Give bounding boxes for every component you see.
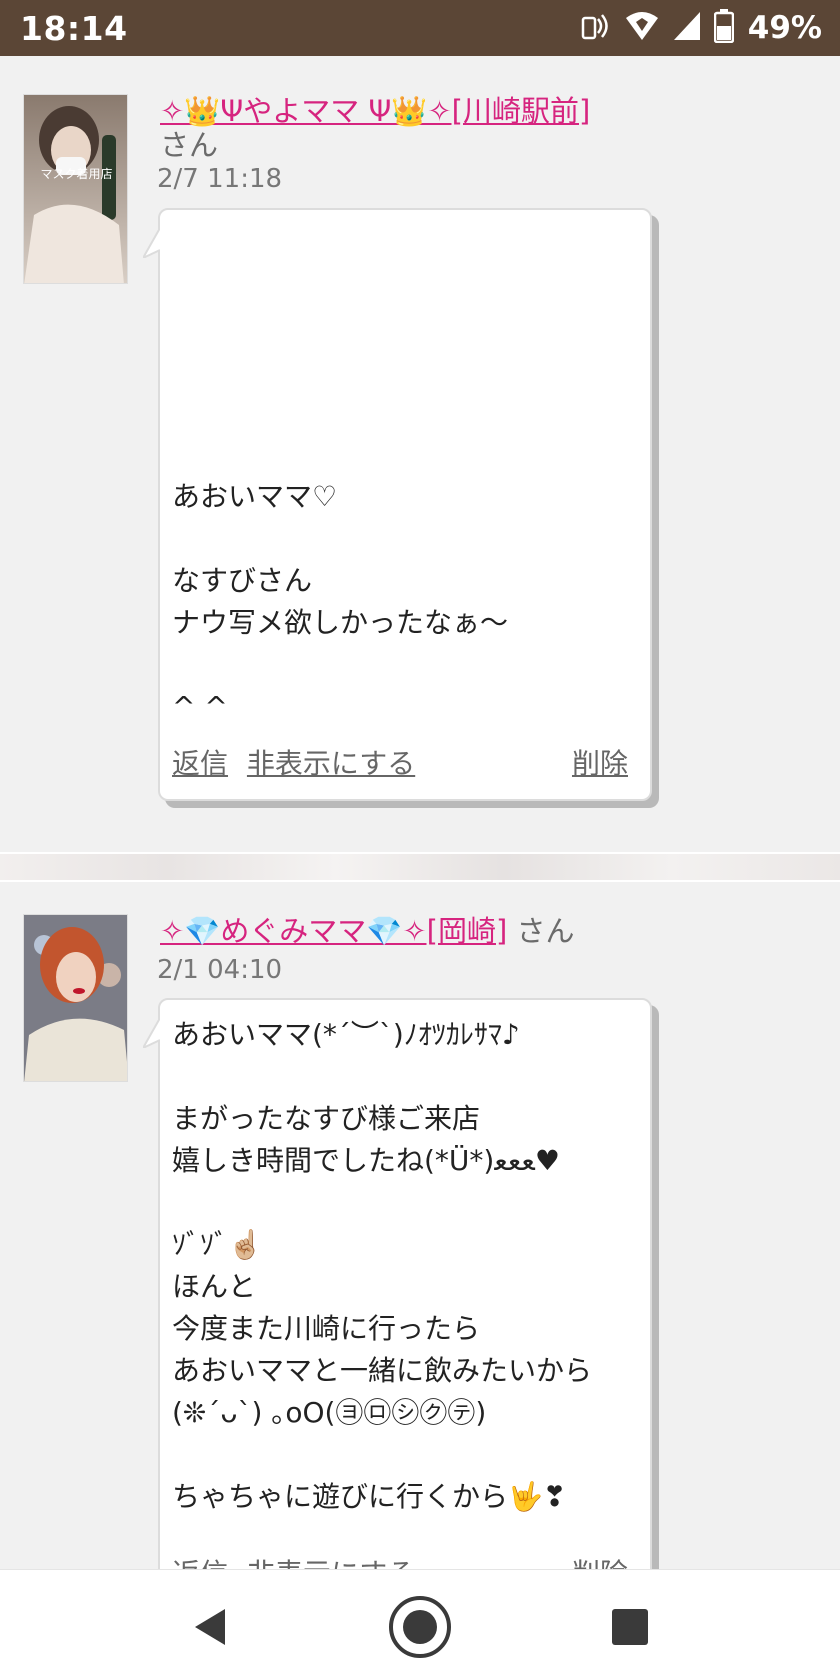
- message-body: あおいママ♡ なすびさん ナウ写メ欲しかったなぁ〜 ^ ^: [172, 480, 509, 723]
- message-item: マスク着用店 ✧👑Ψやよママ Ψ👑✧[川崎駅前] さん 2/7 11:18 あお…: [0, 56, 840, 846]
- wifi-icon: [624, 10, 660, 46]
- message-feed[interactable]: マスク着用店 ✧👑Ψやよママ Ψ👑✧[川崎駅前] さん 2/7 11:18 あお…: [0, 56, 840, 1569]
- navigation-bar: [0, 1569, 840, 1680]
- delete-link[interactable]: 削除: [572, 1552, 628, 1569]
- hide-link[interactable]: 非表示にする: [247, 1557, 415, 1569]
- status-icons: 49%: [578, 9, 822, 47]
- sender-suffix: さん: [160, 128, 219, 162]
- avatar[interactable]: [23, 914, 128, 1082]
- nfc-icon: [578, 9, 612, 47]
- recents-icon[interactable]: [595, 1592, 665, 1662]
- sender-suffix: さん: [516, 914, 575, 948]
- status-bar: 18:14 49%: [0, 0, 840, 56]
- bubble-tail: [143, 1018, 160, 1048]
- delete-link[interactable]: 削除: [572, 742, 628, 782]
- message-actions: 返信 非表示にする 削除: [172, 1552, 628, 1569]
- status-time: 18:14: [20, 9, 128, 48]
- sender-name-link[interactable]: ✧👑Ψやよママ Ψ👑✧[川崎駅前]: [160, 94, 590, 128]
- home-icon[interactable]: [385, 1592, 455, 1662]
- back-icon[interactable]: [174, 1592, 244, 1662]
- reply-link[interactable]: 返信: [172, 1557, 228, 1569]
- signal-icon: [672, 10, 702, 46]
- battery-icon: [713, 9, 735, 47]
- message-bubble: あおいママ(*´︶`)ﾉｵﾂｶﾚｻﾏ♪ まがったなすび様ご来店 嬉しき時間でした…: [143, 998, 652, 1569]
- hide-link[interactable]: 非表示にする: [247, 747, 415, 780]
- message-header: ✧💎めぐみママ💎✧[岡崎] さん: [160, 914, 760, 948]
- bubble-tail: [143, 228, 160, 258]
- battery-percent: 49%: [747, 10, 822, 46]
- message-bubble: あおいママ♡ なすびさん ナウ写メ欲しかったなぁ〜 ^ ^ 返信 非表示にする …: [143, 208, 652, 801]
- message-date: 2/7 11:18: [157, 164, 283, 194]
- message-date: 2/1 04:10: [157, 955, 283, 985]
- avatar[interactable]: マスク着用店: [23, 94, 128, 284]
- message-actions: 返信 非表示にする 削除: [172, 742, 628, 782]
- message-header: ✧👑Ψやよママ Ψ👑✧[川崎駅前] さん: [160, 94, 700, 162]
- message-divider: [0, 852, 840, 882]
- message-body: あおいママ(*´︶`)ﾉｵﾂｶﾚｻﾏ♪ まがったなすび様ご来店 嬉しき時間でした…: [172, 1018, 593, 1513]
- avatar-caption: マスク着用店: [40, 167, 113, 181]
- message-item: ✧💎めぐみママ💎✧[岡崎] さん 2/1 04:10 あおいママ(*´︶`)ﾉｵ…: [0, 884, 840, 1569]
- sender-name-link[interactable]: ✧💎めぐみママ💎✧[岡崎]: [160, 914, 507, 948]
- reply-link[interactable]: 返信: [172, 747, 228, 780]
